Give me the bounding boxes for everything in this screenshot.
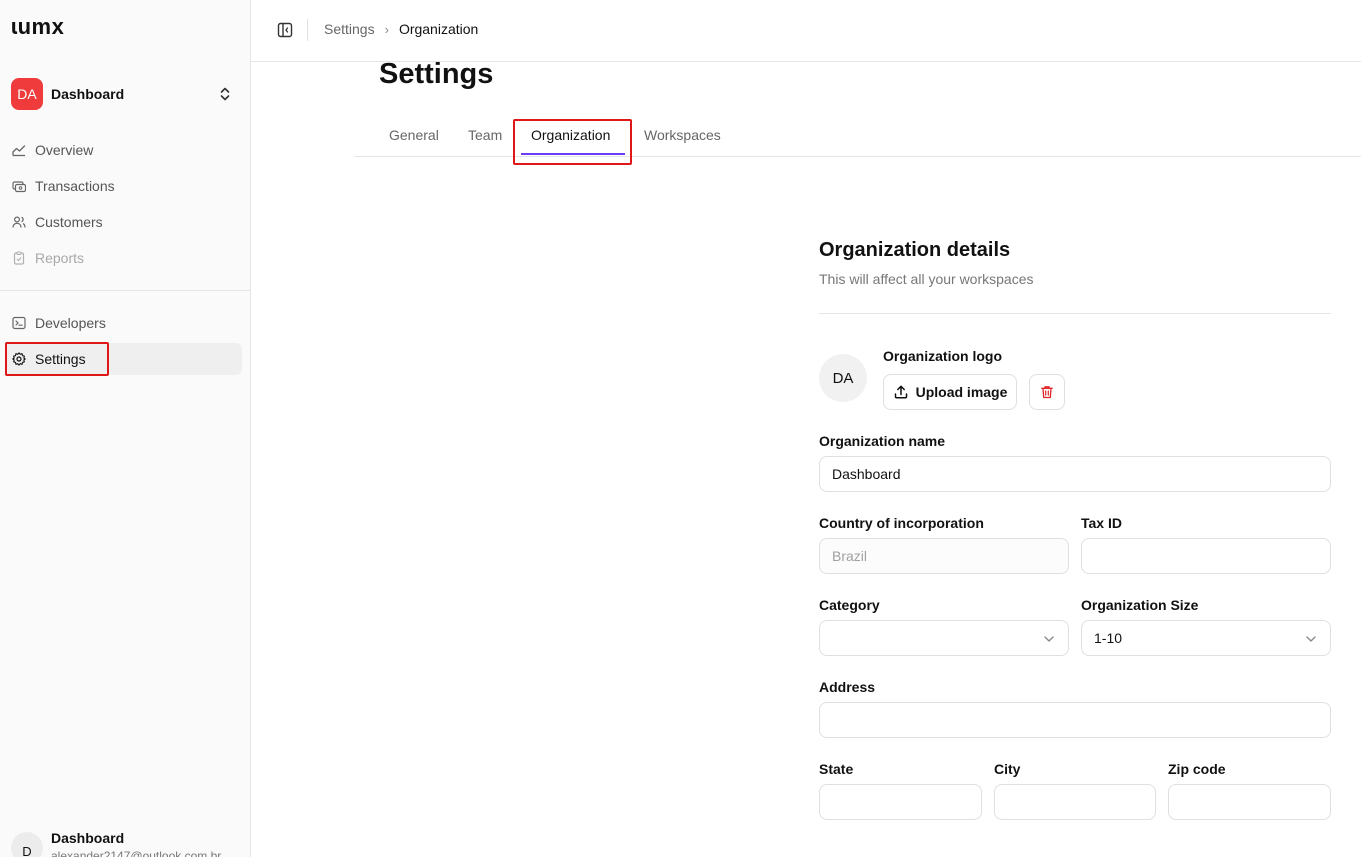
workspace-switcher[interactable]: DA Dashboard (11, 78, 241, 110)
sidebar-item-label: Customers (35, 214, 103, 230)
sidebar: ɩumx DA Dashboard Overview Transactions (0, 0, 251, 857)
topbar: Settings › Organization (251, 0, 1361, 62)
zip-input[interactable] (1168, 784, 1331, 820)
svg-text:ɩumx: ɩumx (11, 16, 65, 38)
clipboard-icon (11, 250, 27, 266)
transactions-icon (11, 178, 27, 194)
terminal-icon (11, 315, 27, 331)
active-tab-indicator (521, 153, 625, 155)
primary-nav: Overview Transactions Customers Reports (5, 134, 242, 278)
sidebar-item-label: Developers (35, 315, 106, 331)
category-select[interactable] (819, 620, 1069, 656)
city-input[interactable] (994, 784, 1156, 820)
sidebar-item-label: Transactions (35, 178, 115, 194)
category-label: Category (819, 597, 880, 613)
users-icon (11, 214, 27, 230)
user-email: alexander2147@outlook.com.br (51, 849, 222, 857)
app-logo[interactable]: ɩumx (11, 14, 73, 44)
chevron-up-down-icon (220, 87, 230, 101)
sidebar-item-label: Reports (35, 250, 85, 266)
topbar-divider (307, 19, 308, 41)
org-name-input[interactable]: Dashboard (819, 456, 1331, 492)
state-label: State (819, 761, 854, 777)
city-label: City (994, 761, 1021, 777)
sidebar-divider (0, 290, 250, 291)
workspace-avatar: DA (11, 78, 43, 110)
sidebar-item-developers[interactable]: Developers (5, 307, 242, 339)
settings-tabs: General Team Organization Workspaces (354, 118, 1361, 157)
breadcrumb-settings[interactable]: Settings (324, 21, 375, 37)
organization-logo-label: Organization logo (883, 348, 1002, 364)
section-divider (819, 313, 1331, 314)
org-size-select[interactable]: 1-10 (1081, 620, 1331, 656)
page-title: Settings (379, 58, 494, 90)
section-title: Organization details (819, 239, 1011, 261)
tab-team[interactable]: Team (468, 127, 502, 157)
country-input[interactable]: Brazil (819, 538, 1069, 574)
secondary-nav: Developers Settings (5, 307, 242, 379)
lumx-logo-icon: ɩumx (11, 14, 65, 39)
gear-icon (11, 351, 27, 367)
sidebar-item-transactions[interactable]: Transactions (5, 170, 242, 202)
tab-workspaces[interactable]: Workspaces (644, 127, 721, 157)
sidebar-item-label: Overview (35, 142, 94, 158)
workspace-name: Dashboard (51, 86, 125, 102)
country-label: Country of incorporation (819, 515, 984, 531)
chevron-down-icon (1044, 636, 1054, 642)
section-subtitle: This will affect all your workspaces (819, 271, 1034, 287)
upload-image-button[interactable]: Upload image (883, 374, 1017, 410)
sidebar-item-label: Settings (35, 351, 86, 367)
sidebar-item-overview[interactable]: Overview (5, 134, 242, 166)
address-input[interactable] (819, 702, 1331, 738)
tax-id-label: Tax ID (1081, 515, 1122, 531)
upload-icon (893, 384, 909, 400)
tax-id-input[interactable] (1081, 538, 1331, 574)
chevron-down-icon (1306, 636, 1316, 642)
tab-general[interactable]: General (389, 127, 439, 157)
sidebar-toggle-icon[interactable] (277, 22, 293, 38)
user-menu[interactable]: D Dashboard alexander2147@outlook.com.br (11, 830, 241, 857)
user-avatar: D (11, 832, 43, 857)
chart-line-icon (11, 142, 27, 158)
address-label: Address (819, 679, 876, 695)
organization-logo-avatar: DA (819, 354, 867, 402)
breadcrumb-organization: Organization (398, 21, 479, 37)
chevron-right-icon: › (384, 21, 389, 37)
sidebar-item-customers[interactable]: Customers (5, 206, 242, 238)
upload-image-label: Upload image (915, 384, 1008, 400)
delete-logo-button[interactable] (1029, 374, 1065, 410)
trash-icon (1041, 386, 1053, 399)
user-name: Dashboard (51, 830, 125, 846)
org-size-value: 1-10 (1094, 630, 1123, 646)
state-input[interactable] (819, 784, 982, 820)
org-size-label: Organization Size (1081, 597, 1199, 613)
sidebar-item-settings[interactable]: Settings (5, 343, 242, 375)
zip-label: Zip code (1168, 761, 1226, 777)
breadcrumb: Settings › Organization (324, 21, 478, 37)
sidebar-item-reports[interactable]: Reports (5, 242, 242, 274)
org-name-label: Organization name (819, 433, 946, 449)
